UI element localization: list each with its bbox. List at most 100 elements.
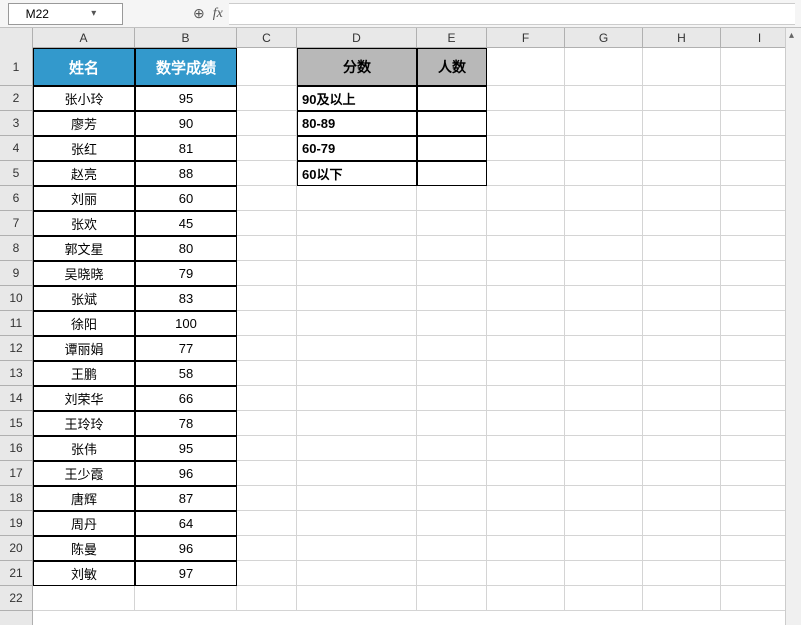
cell-C22[interactable] — [237, 586, 297, 611]
cell-D17[interactable] — [297, 461, 417, 486]
cell-H20[interactable] — [643, 536, 721, 561]
cell-H3[interactable] — [643, 111, 721, 136]
cell-D1[interactable]: 分数 — [297, 48, 417, 86]
row-header-14[interactable]: 14 — [0, 386, 32, 411]
cell-H10[interactable] — [643, 286, 721, 311]
cell-B17[interactable]: 96 — [135, 461, 237, 486]
cell-G22[interactable] — [565, 586, 643, 611]
cell-F1[interactable] — [487, 48, 565, 86]
cell-F17[interactable] — [487, 461, 565, 486]
cell-G1[interactable] — [565, 48, 643, 86]
cell-G18[interactable] — [565, 486, 643, 511]
cell-C19[interactable] — [237, 511, 297, 536]
cell-C21[interactable] — [237, 561, 297, 586]
cell-D9[interactable] — [297, 261, 417, 286]
cell-G17[interactable] — [565, 461, 643, 486]
cell-E5[interactable] — [417, 161, 487, 186]
cells-area[interactable]: 姓名数学成绩分数人数张小玲9590及以上廖芳9080-89张红8160-79赵亮… — [33, 48, 801, 625]
cell-G14[interactable] — [565, 386, 643, 411]
cell-F21[interactable] — [487, 561, 565, 586]
cell-G8[interactable] — [565, 236, 643, 261]
cell-F3[interactable] — [487, 111, 565, 136]
cell-C9[interactable] — [237, 261, 297, 286]
row-header-8[interactable]: 8 — [0, 236, 32, 261]
cell-D22[interactable] — [297, 586, 417, 611]
row-header-12[interactable]: 12 — [0, 336, 32, 361]
row-header-16[interactable]: 16 — [0, 436, 32, 461]
cell-G10[interactable] — [565, 286, 643, 311]
cell-B4[interactable]: 81 — [135, 136, 237, 161]
cell-H5[interactable] — [643, 161, 721, 186]
cell-A1[interactable]: 姓名 — [33, 48, 135, 86]
cell-B9[interactable]: 79 — [135, 261, 237, 286]
cell-C4[interactable] — [237, 136, 297, 161]
cell-B7[interactable]: 45 — [135, 211, 237, 236]
cell-A19[interactable]: 周丹 — [33, 511, 135, 536]
cell-G15[interactable] — [565, 411, 643, 436]
cell-D4[interactable]: 60-79 — [297, 136, 417, 161]
row-header-15[interactable]: 15 — [0, 411, 32, 436]
cell-C2[interactable] — [237, 86, 297, 111]
row-header-20[interactable]: 20 — [0, 536, 32, 561]
cell-D8[interactable] — [297, 236, 417, 261]
row-header-17[interactable]: 17 — [0, 461, 32, 486]
cell-A4[interactable]: 张红 — [33, 136, 135, 161]
cell-H22[interactable] — [643, 586, 721, 611]
cell-H9[interactable] — [643, 261, 721, 286]
cell-E20[interactable] — [417, 536, 487, 561]
cell-G7[interactable] — [565, 211, 643, 236]
cell-C14[interactable] — [237, 386, 297, 411]
cell-C15[interactable] — [237, 411, 297, 436]
cell-C10[interactable] — [237, 286, 297, 311]
cell-A5[interactable]: 赵亮 — [33, 161, 135, 186]
cell-H15[interactable] — [643, 411, 721, 436]
cell-E16[interactable] — [417, 436, 487, 461]
cell-H21[interactable] — [643, 561, 721, 586]
col-header-B[interactable]: B — [135, 28, 237, 47]
cell-B16[interactable]: 95 — [135, 436, 237, 461]
cell-H16[interactable] — [643, 436, 721, 461]
cell-F15[interactable] — [487, 411, 565, 436]
cell-B19[interactable]: 64 — [135, 511, 237, 536]
cell-D12[interactable] — [297, 336, 417, 361]
cell-B11[interactable]: 100 — [135, 311, 237, 336]
cell-H18[interactable] — [643, 486, 721, 511]
cell-H7[interactable] — [643, 211, 721, 236]
row-header-10[interactable]: 10 — [0, 286, 32, 311]
cell-G6[interactable] — [565, 186, 643, 211]
cell-D6[interactable] — [297, 186, 417, 211]
cell-A17[interactable]: 王少霞 — [33, 461, 135, 486]
cell-D20[interactable] — [297, 536, 417, 561]
cell-F8[interactable] — [487, 236, 565, 261]
cell-E22[interactable] — [417, 586, 487, 611]
cell-B18[interactable]: 87 — [135, 486, 237, 511]
cell-C8[interactable] — [237, 236, 297, 261]
cell-D18[interactable] — [297, 486, 417, 511]
cell-D15[interactable] — [297, 411, 417, 436]
cell-F13[interactable] — [487, 361, 565, 386]
cell-C5[interactable] — [237, 161, 297, 186]
cell-H2[interactable] — [643, 86, 721, 111]
cell-A9[interactable]: 吴晓晓 — [33, 261, 135, 286]
name-box-dropdown-icon[interactable]: ▾ — [66, 8, 123, 19]
cell-A2[interactable]: 张小玲 — [33, 86, 135, 111]
cell-B14[interactable]: 66 — [135, 386, 237, 411]
cell-A14[interactable]: 刘荣华 — [33, 386, 135, 411]
cell-G9[interactable] — [565, 261, 643, 286]
row-header-2[interactable]: 2 — [0, 86, 32, 111]
cell-E6[interactable] — [417, 186, 487, 211]
cell-E17[interactable] — [417, 461, 487, 486]
cell-A12[interactable]: 谭丽娟 — [33, 336, 135, 361]
cell-E3[interactable] — [417, 111, 487, 136]
row-header-22[interactable]: 22 — [0, 586, 32, 611]
cell-H8[interactable] — [643, 236, 721, 261]
cell-A16[interactable]: 张伟 — [33, 436, 135, 461]
cell-D5[interactable]: 60以下 — [297, 161, 417, 186]
cell-B6[interactable]: 60 — [135, 186, 237, 211]
col-header-C[interactable]: C — [237, 28, 297, 47]
cell-D11[interactable] — [297, 311, 417, 336]
row-header-13[interactable]: 13 — [0, 361, 32, 386]
cell-H13[interactable] — [643, 361, 721, 386]
cell-F5[interactable] — [487, 161, 565, 186]
cell-E8[interactable] — [417, 236, 487, 261]
